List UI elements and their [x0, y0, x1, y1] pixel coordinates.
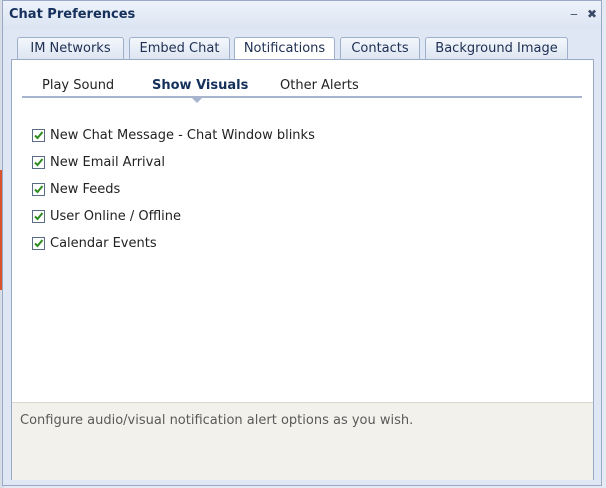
- tab-im-networks[interactable]: IM Networks: [17, 37, 124, 59]
- notification-subtabs: Play Sound Show Visuals Other Alerts: [22, 76, 582, 98]
- option-label[interactable]: New Email Arrival: [50, 155, 165, 170]
- checkbox-new-email-arrival[interactable]: [32, 156, 45, 169]
- checkbox-calendar-events[interactable]: [32, 237, 45, 250]
- option-label[interactable]: New Feeds: [50, 182, 120, 197]
- subtab-play-sound[interactable]: Play Sound: [42, 78, 114, 93]
- tab-embed-chat[interactable]: Embed Chat: [129, 37, 230, 59]
- tab-background-image[interactable]: Background Image: [425, 37, 568, 59]
- check-icon: [34, 185, 44, 194]
- checkbox-new-feeds[interactable]: [32, 183, 45, 196]
- check-icon: [34, 158, 44, 167]
- check-icon: [34, 239, 44, 248]
- active-subtab-pointer: [192, 98, 202, 103]
- option-label[interactable]: Calendar Events: [50, 236, 157, 251]
- minimize-icon[interactable]: ‒: [567, 7, 581, 21]
- subtab-other-alerts[interactable]: Other Alerts: [280, 78, 359, 93]
- tab-notifications[interactable]: Notifications: [234, 37, 335, 61]
- notifications-panel: Play Sound Show Visuals Other Alerts New…: [11, 59, 594, 480]
- check-icon: [34, 212, 44, 221]
- close-icon[interactable]: ✖: [585, 7, 599, 21]
- chat-preferences-window: Chat Preferences ‒ ✖ IM Networks Embed C…: [2, 0, 602, 486]
- checkbox-new-chat-message[interactable]: [32, 129, 45, 142]
- subtab-divider: [22, 96, 582, 98]
- help-text: Configure audio/visual notification aler…: [20, 413, 414, 428]
- tab-contacts[interactable]: Contacts: [340, 37, 420, 59]
- help-footer: Configure audio/visual notification aler…: [12, 402, 593, 480]
- option-label[interactable]: New Chat Message - Chat Window blinks: [50, 128, 315, 143]
- check-icon: [34, 131, 44, 140]
- subtab-show-visuals[interactable]: Show Visuals: [152, 78, 248, 93]
- window-title: Chat Preferences: [9, 7, 136, 22]
- option-label[interactable]: User Online / Offline: [50, 209, 181, 224]
- checkbox-user-online-offline[interactable]: [32, 210, 45, 223]
- title-bar[interactable]: Chat Preferences ‒ ✖: [3, 1, 601, 29]
